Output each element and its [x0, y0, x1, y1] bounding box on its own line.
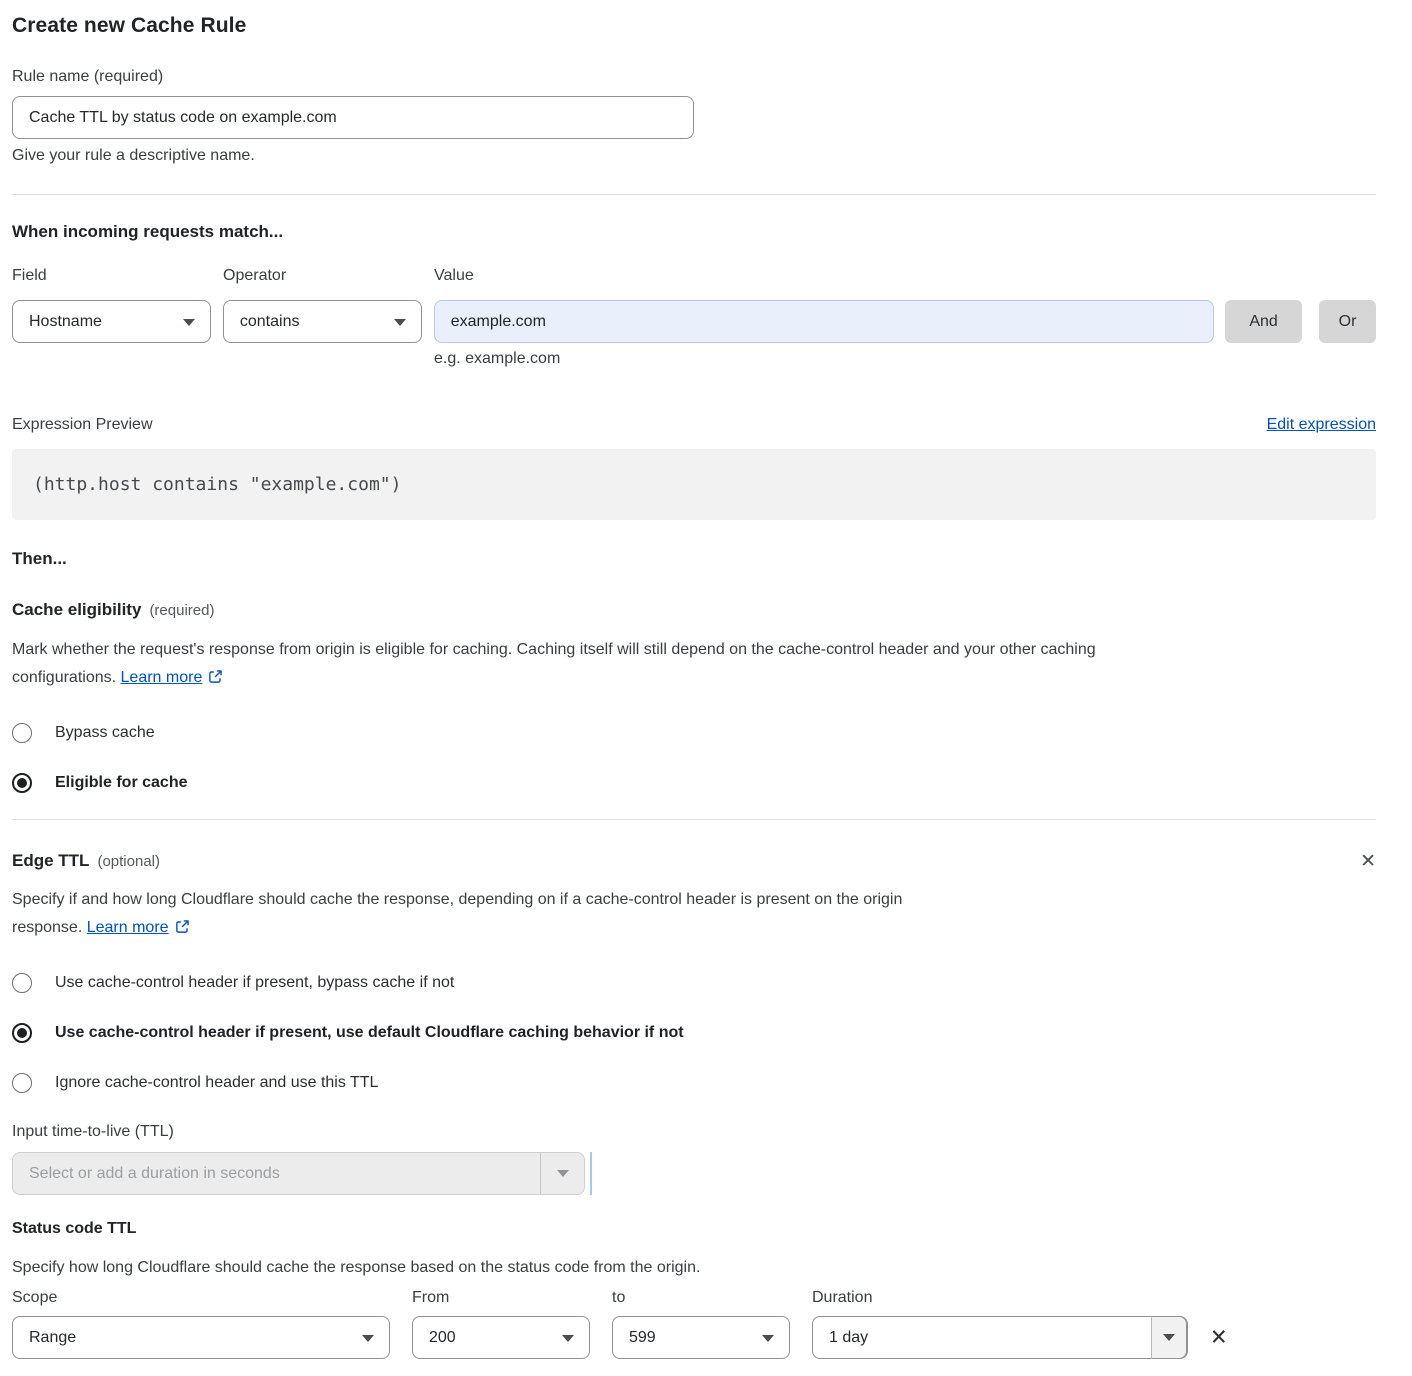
chevron-down-icon: [183, 319, 195, 326]
rule-name-label: Rule name (required): [12, 68, 1376, 86]
ttl-input-label: Input time-to-live (TTL): [12, 1123, 1376, 1141]
duration-select[interactable]: 1 day: [812, 1316, 1188, 1359]
field-select-value: Hostname: [29, 313, 102, 331]
chevron-down-icon: [762, 1335, 774, 1342]
edge-ttl-header: Edge TTL (optional) ✕: [12, 851, 1376, 873]
duration-label: Duration: [812, 1289, 1188, 1307]
expression-code: (http.host contains "example.com"): [33, 474, 401, 495]
match-column-labels: Field Operator Value: [12, 267, 1376, 285]
value-input[interactable]: [434, 300, 1214, 343]
cache-eligibility-desc-line1: Mark whether the request's response from…: [12, 641, 1096, 658]
external-link-icon: [175, 916, 190, 944]
match-heading: When incoming requests match...: [12, 222, 1376, 242]
status-code-ttl-description: Specify how long Cloudflare should cache…: [12, 1258, 1376, 1278]
chevron-down-icon: [362, 1335, 374, 1342]
radio-option-use-header-default[interactable]: Use cache-control header if present, use…: [12, 1023, 1376, 1043]
radio-option-ignore-header[interactable]: Ignore cache-control header and use this…: [12, 1073, 1376, 1093]
to-select-value: 599: [629, 1329, 656, 1347]
expression-code-block: (http.host contains "example.com"): [12, 449, 1376, 520]
scope-select-value: Range: [29, 1329, 76, 1347]
rule-name-input[interactable]: [12, 96, 694, 139]
cache-eligibility-desc-line2: configurations.: [12, 669, 116, 686]
edge-ttl-desc-line2: response.: [12, 919, 82, 936]
radio-button[interactable]: [12, 973, 32, 993]
status-code-ttl-heading: Status code TTL: [12, 1220, 1376, 1238]
value-helper: e.g. example.com: [434, 350, 1376, 368]
optional-badge: (optional): [97, 853, 160, 870]
duration-select-value: 1 day: [829, 1329, 868, 1347]
edge-ttl-heading: Edge TTL (optional): [12, 851, 160, 871]
radio-label: Use cache-control header if present, byp…: [55, 974, 454, 992]
from-label: From: [412, 1289, 590, 1307]
status-code-ttl-row: Range 200 599 1 day ✕: [12, 1316, 1376, 1359]
edit-expression-link[interactable]: Edit expression: [1267, 416, 1376, 434]
to-label: to: [612, 1289, 790, 1307]
cache-eligibility-description: Mark whether the request's response from…: [12, 636, 1376, 694]
radio-label: Eligible for cache: [55, 774, 187, 792]
from-select-value: 200: [429, 1329, 456, 1347]
delete-row-icon[interactable]: ✕: [1210, 1324, 1228, 1350]
ttl-duration-placeholder: Select or add a duration in seconds: [29, 1165, 280, 1183]
edge-ttl-title: Edge TTL: [12, 851, 89, 870]
learn-more-link[interactable]: Learn more: [87, 919, 169, 936]
radio-label: Use cache-control header if present, use…: [55, 1024, 684, 1042]
section-divider: [12, 819, 1376, 820]
edge-ttl-description: Specify if and how long Cloudflare shoul…: [12, 886, 1376, 944]
field-label: Field: [12, 267, 211, 285]
radio-option-bypass-cache[interactable]: Bypass cache: [12, 723, 1376, 743]
operator-label: Operator: [223, 267, 422, 285]
then-heading: Then...: [12, 549, 1376, 569]
radio-button[interactable]: [12, 1073, 32, 1093]
cache-eligibility-heading: Cache eligibility (required): [12, 600, 1376, 620]
page-title: Create new Cache Rule: [12, 14, 1376, 38]
and-button[interactable]: And: [1225, 300, 1302, 343]
radio-label: Bypass cache: [55, 724, 155, 742]
radio-option-use-header-bypass[interactable]: Use cache-control header if present, byp…: [12, 973, 1376, 993]
radio-button-checked[interactable]: [12, 773, 32, 793]
radio-button-checked[interactable]: [12, 1023, 32, 1043]
value-label: Value: [434, 267, 1215, 285]
expression-preview-header: Expression Preview Edit expression: [12, 416, 1376, 434]
chevron-down-icon: [562, 1335, 574, 1342]
from-select[interactable]: 200: [412, 1316, 590, 1359]
expression-preview-label: Expression Preview: [12, 416, 153, 434]
radio-button[interactable]: [12, 723, 32, 743]
match-condition-row: Hostname contains And Or: [12, 300, 1376, 343]
ttl-combo-row: Select or add a duration in seconds: [12, 1152, 1376, 1195]
field-select[interactable]: Hostname: [12, 300, 211, 343]
operator-select[interactable]: contains: [223, 300, 422, 343]
edge-ttl-desc-line1: Specify if and how long Cloudflare shoul…: [12, 891, 902, 908]
chevron-down-icon[interactable]: [1151, 1316, 1187, 1359]
ttl-duration-select-disabled[interactable]: Select or add a duration in seconds: [12, 1152, 585, 1195]
cache-eligibility-title: Cache eligibility: [12, 600, 141, 619]
rule-name-helper: Give your rule a descriptive name.: [12, 147, 1376, 165]
learn-more-link[interactable]: Learn more: [121, 669, 203, 686]
close-icon[interactable]: ✕: [1360, 851, 1376, 873]
scope-select[interactable]: Range: [12, 1316, 390, 1359]
or-button[interactable]: Or: [1319, 300, 1376, 343]
required-badge: (required): [149, 602, 214, 619]
radio-label: Ignore cache-control header and use this…: [55, 1074, 378, 1092]
to-select[interactable]: 599: [612, 1316, 790, 1359]
section-divider: [12, 194, 1376, 195]
text-cursor: [590, 1152, 592, 1195]
create-cache-rule-page: Create new Cache Rule Rule name (require…: [0, 0, 1412, 1359]
scope-label: Scope: [12, 1289, 390, 1307]
chevron-down-icon: [394, 319, 406, 326]
external-link-icon: [208, 666, 223, 694]
operator-select-value: contains: [240, 313, 300, 331]
radio-option-eligible-for-cache[interactable]: Eligible for cache: [12, 773, 1376, 793]
chevron-down-icon[interactable]: [540, 1153, 584, 1194]
status-code-column-labels: Scope From to Duration: [12, 1289, 1376, 1307]
